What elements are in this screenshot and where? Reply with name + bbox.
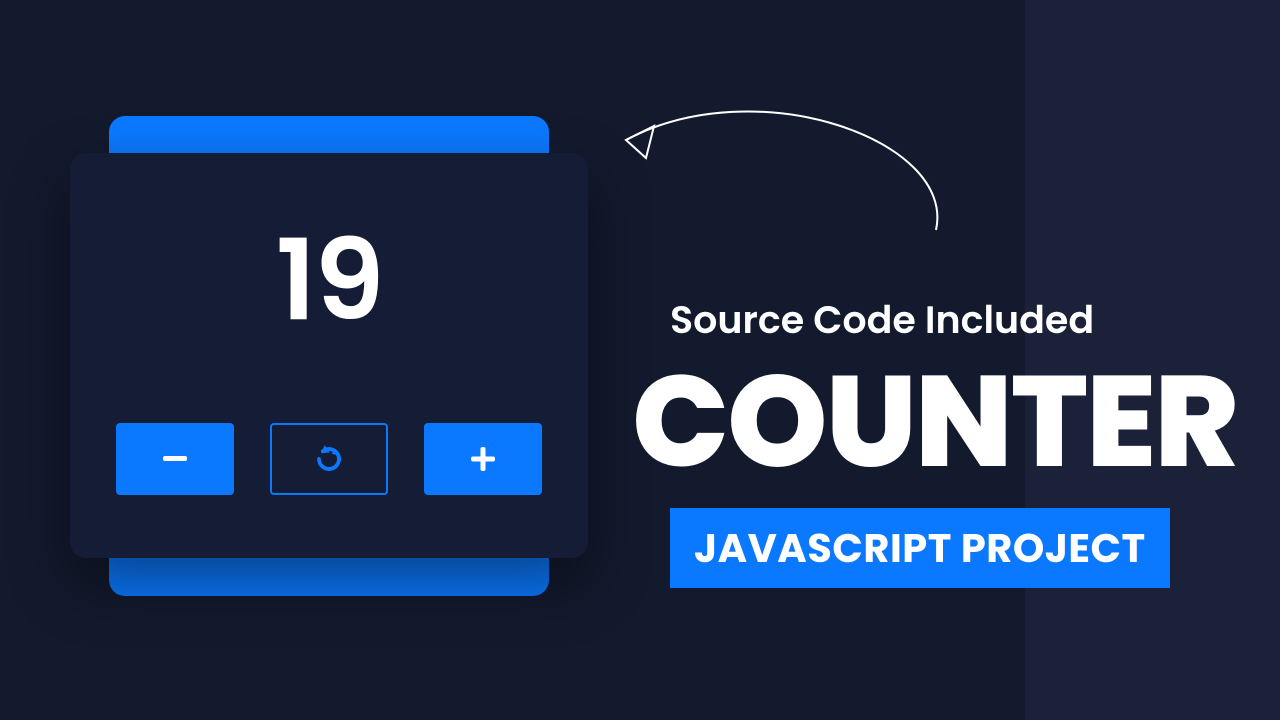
title-text: COUNTER <box>632 326 1237 518</box>
minus-icon <box>163 456 187 461</box>
counter-card: 19 <box>70 153 588 558</box>
reset-button[interactable] <box>270 423 388 495</box>
button-row <box>116 423 542 495</box>
increment-button[interactable] <box>424 423 542 495</box>
counter-value: 19 <box>276 197 383 365</box>
decrement-button[interactable] <box>116 423 234 495</box>
curved-arrow-icon <box>576 80 976 280</box>
project-badge: JAVASCRIPT PROJECT <box>670 508 1170 588</box>
reset-icon <box>314 444 344 474</box>
plus-icon <box>471 447 495 471</box>
